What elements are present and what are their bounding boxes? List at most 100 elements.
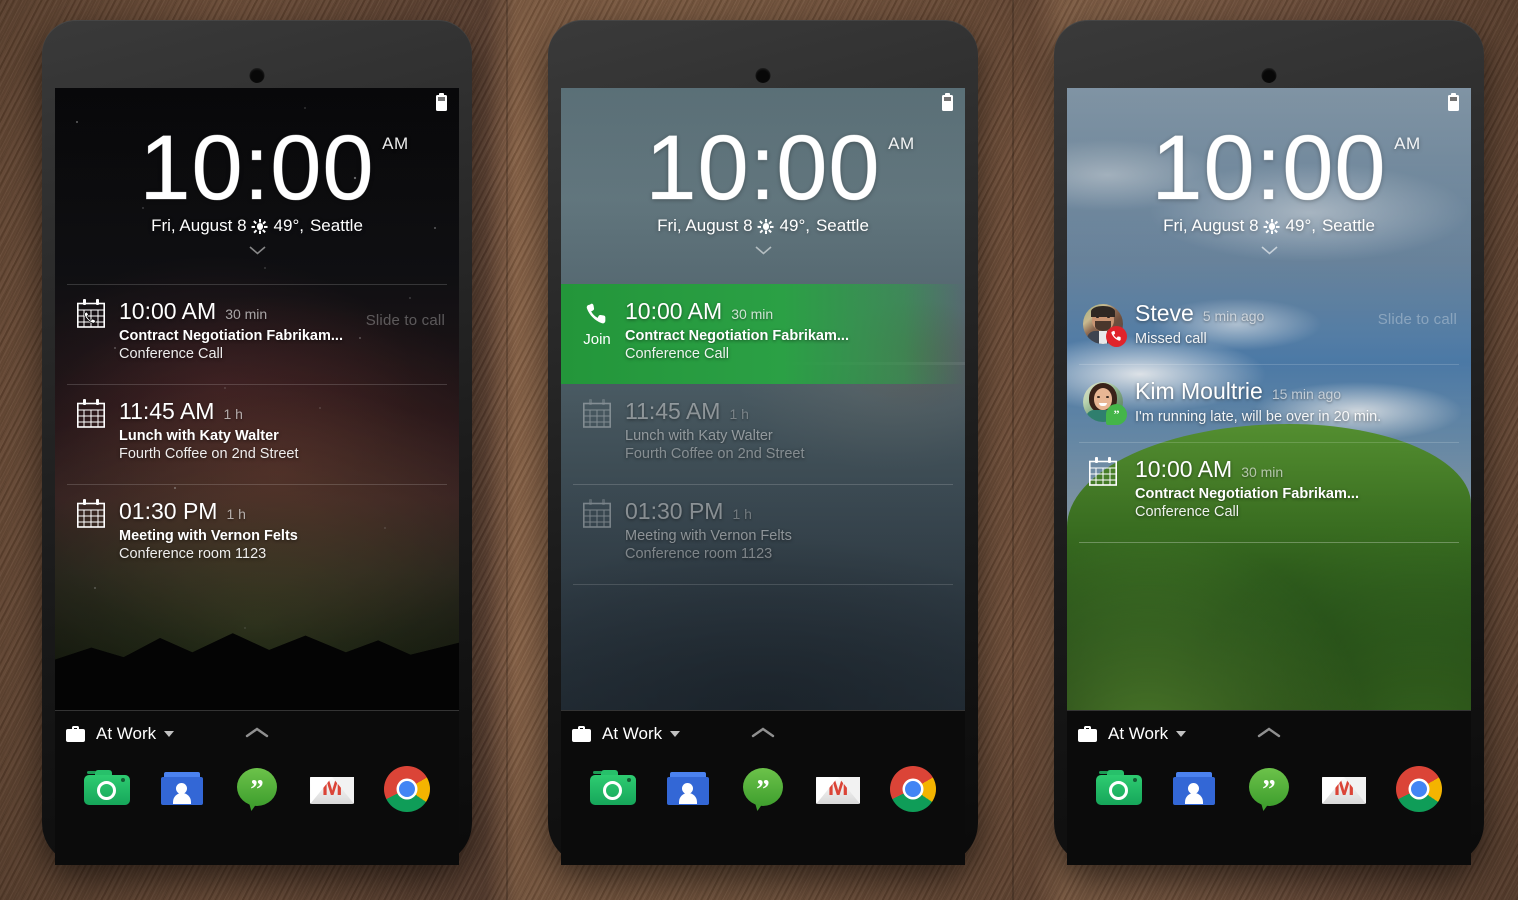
camera-icon[interactable]: [589, 766, 636, 812]
notification-detail: Conference room 1123: [119, 546, 267, 562]
notification-subtitle: Lunch with Katy Walter: [625, 428, 773, 444]
notification-detail: Conference room 1123: [625, 546, 773, 562]
notification-item-join[interactable]: Join 10:00 AM 30 min Contract Negotiatio…: [561, 284, 965, 384]
slide-to-call-hint: Slide to call: [365, 312, 445, 329]
status-bar: [561, 88, 965, 114]
chevron-up-icon[interactable]: [751, 726, 775, 738]
notification-list[interactable]: Join 10:00 AM 30 min Contract Negotiatio…: [561, 284, 965, 585]
notification-content: 10:00 AM 30 min Contract Negotiation Fab…: [1127, 456, 1459, 529]
battery-icon: [942, 92, 953, 111]
chevron-up-icon[interactable]: [245, 726, 269, 738]
gmail-icon[interactable]: M: [815, 766, 861, 812]
clock-widget[interactable]: 10:00 AM Fri, August 8 49°, Seattle: [561, 117, 965, 260]
notification-item[interactable]: ” Kim Moultrie 15 min ago I'm running la…: [1067, 364, 1471, 442]
status-bar: [1067, 88, 1471, 114]
notification-subtitle: Contract Negotiation Fabrikam...: [1135, 486, 1359, 502]
notification-item[interactable]: 11:45 AM 1 h Lunch with Katy Walter Four…: [561, 384, 965, 484]
notification-duration: 5 min ago: [1202, 308, 1265, 324]
notification-detail: Conference Call: [625, 346, 729, 362]
notification-item[interactable]: 01:30 PM 1 h Meeting with Vernon Felts C…: [561, 484, 965, 584]
notification-detail: Conference Call: [119, 346, 223, 362]
clock-time: 10:00: [139, 117, 375, 219]
notification-item[interactable]: 01:30 PM 1 h Meeting with Vernon Felts C…: [55, 484, 459, 584]
profile-selector[interactable]: At Work: [55, 710, 459, 758]
bottom-bar-divider: [55, 710, 459, 711]
caret-down-icon[interactable]: [1176, 731, 1187, 737]
contacts-icon[interactable]: [159, 766, 205, 812]
clock-temperature: 49°,: [273, 216, 304, 236]
gmail-icon[interactable]: M: [1321, 766, 1367, 812]
clock-location: Seattle: [309, 216, 363, 236]
profile-label: At Work: [602, 724, 663, 743]
notification-item[interactable]: Steve 5 min ago Missed call Slide to cal…: [1067, 286, 1471, 364]
bottom-bar: At Work ” M: [1067, 710, 1471, 865]
avatar-kim[interactable]: ”: [1079, 378, 1127, 429]
gmail-icon[interactable]: M: [309, 766, 355, 812]
sun-icon: [758, 218, 774, 235]
chrome-icon[interactable]: [384, 766, 431, 812]
notification-item[interactable]: 10:00 AM 30 min Contract Negotiation Fab…: [1067, 442, 1471, 542]
app-dock[interactable]: ” M: [55, 758, 459, 812]
notification-duration: 1 h: [729, 406, 749, 422]
notification-separator: [67, 284, 447, 285]
chrome-icon[interactable]: [1396, 766, 1443, 812]
app-dock[interactable]: ” M: [1067, 758, 1471, 812]
bottom-bar: At Work ” M: [561, 710, 965, 865]
clock-subtitle: Fri, August 8 49°, Seattle: [55, 216, 459, 236]
calendar-icon: [573, 498, 621, 571]
calendar-icon: [67, 398, 115, 471]
camera-icon[interactable]: [1095, 766, 1142, 812]
camera-icon[interactable]: [83, 766, 130, 812]
profile-label: At Work: [96, 724, 157, 743]
briefcase-icon: [1078, 726, 1097, 742]
notification-item[interactable]: 11:45 AM 1 h Lunch with Katy Walter Four…: [55, 384, 459, 484]
phone-handset-icon: [586, 303, 606, 324]
hangouts-icon[interactable]: ”: [1246, 766, 1292, 812]
clock-temperature: 49°,: [779, 216, 810, 236]
notification-list[interactable]: 10:00 AM 30 min Contract Negotiation Fab…: [55, 284, 459, 584]
hangouts-icon[interactable]: ”: [740, 766, 786, 812]
phone-1-screen[interactable]: 10:00 AM Fri, August 8 49°, Seattle 10:0…: [55, 88, 459, 710]
notification-title: 10:00 AM: [1135, 456, 1233, 482]
notification-item[interactable]: 10:00 AM 30 min Contract Negotiation Fab…: [55, 284, 459, 384]
chevron-up-icon[interactable]: [1257, 726, 1281, 738]
notification-content: 01:30 PM 1 h Meeting with Vernon Felts C…: [621, 498, 953, 571]
clock-widget[interactable]: 10:00 AM Fri, August 8 49°, Seattle: [1067, 122, 1471, 260]
app-dock[interactable]: ” M: [561, 758, 965, 812]
chevron-down-icon[interactable]: [1260, 246, 1278, 255]
notification-title: 11:45 AM: [119, 398, 215, 424]
notification-title: Steve: [1135, 300, 1194, 326]
chevron-down-icon[interactable]: [754, 246, 772, 255]
caret-down-icon[interactable]: [670, 731, 681, 737]
hangouts-icon[interactable]: ”: [234, 766, 280, 812]
contacts-icon[interactable]: [1171, 766, 1217, 812]
missed-call-badge: [1106, 326, 1127, 347]
profile-selector[interactable]: At Work: [1067, 710, 1471, 758]
join-action[interactable]: Join: [573, 298, 621, 371]
clock-date: Fri, August 8: [657, 216, 753, 236]
front-camera-icon: [1261, 68, 1277, 83]
clock-widget[interactable]: 10:00 AM Fri, August 8 49°, Seattle: [55, 117, 459, 260]
calendar-icon: [573, 398, 621, 471]
briefcase-icon: [572, 726, 591, 742]
avatar-steve[interactable]: [1079, 300, 1127, 351]
notification-subtitle: Meeting with Vernon Felts: [119, 528, 298, 544]
chevron-down-icon[interactable]: [248, 246, 266, 255]
sun-icon: [252, 218, 268, 235]
clock-ampm: AM: [1394, 134, 1421, 153]
bottom-bar-divider: [1067, 710, 1471, 711]
notification-list[interactable]: Steve 5 min ago Missed call Slide to cal…: [1067, 286, 1471, 543]
caret-down-icon[interactable]: [164, 731, 175, 737]
notification-separator: [1079, 442, 1459, 443]
chrome-icon[interactable]: [890, 766, 937, 812]
phone-1: 10:00 AM Fri, August 8 49°, Seattle 10:0…: [42, 20, 472, 865]
contacts-icon[interactable]: [665, 766, 711, 812]
phone-3-screen[interactable]: 10:00 AM Fri, August 8 49°, Seattle Stev…: [1067, 88, 1471, 710]
phone-3: 10:00 AM Fri, August 8 49°, Seattle Stev…: [1054, 20, 1484, 865]
profile-selector[interactable]: At Work: [561, 710, 965, 758]
notification-title: 01:30 PM: [119, 498, 218, 524]
clock-time: 10:00: [645, 117, 881, 219]
phone-2-screen[interactable]: 10:00 AM Fri, August 8 49°, Seattle Join…: [561, 88, 965, 710]
calendar-icon: [67, 498, 115, 571]
notification-title: 10:00 AM: [119, 298, 217, 324]
